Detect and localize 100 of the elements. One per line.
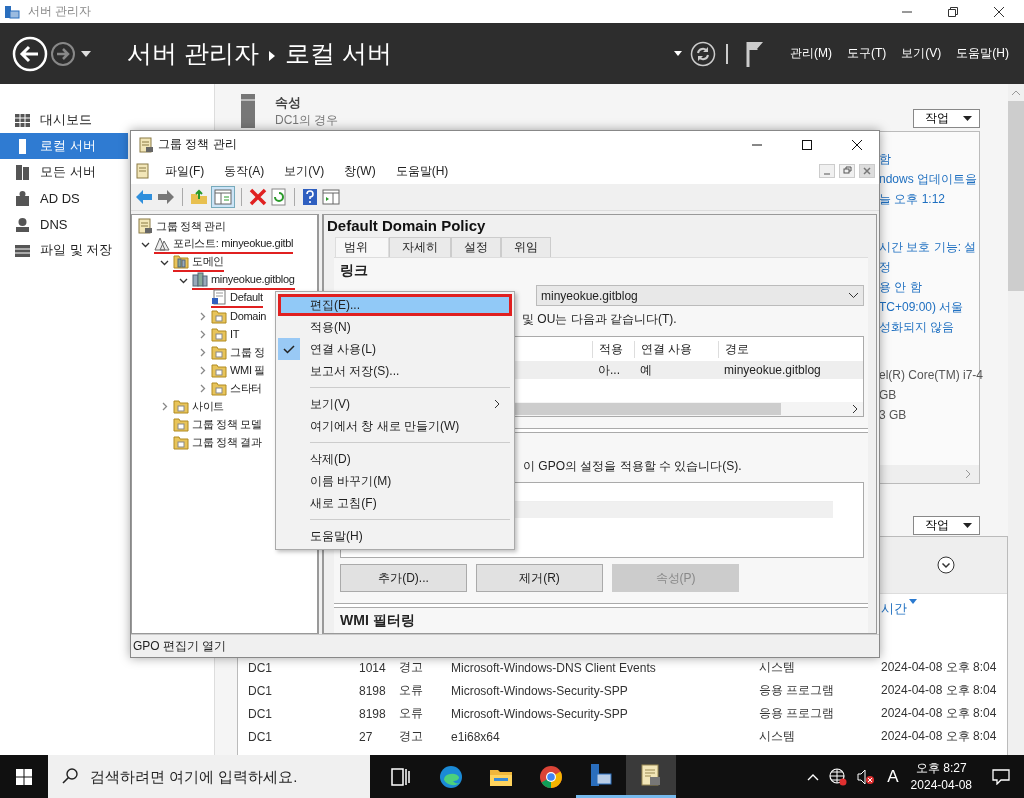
table-cell-text: minyeokue.gitblog xyxy=(723,363,822,377)
nav-item[interactable]: 파일 및 저장 xyxy=(0,237,128,263)
tree-item[interactable]: 포리스트: minyeokue.gitbl xyxy=(154,234,294,254)
menu-item[interactable]: 도움말(H) xyxy=(278,525,512,547)
expand-icon[interactable] xyxy=(937,556,955,574)
caret-icon xyxy=(963,116,972,121)
up-folder-icon[interactable] xyxy=(190,189,208,205)
back-icon[interactable] xyxy=(12,35,48,72)
menu-item[interactable]: 보기(V) xyxy=(278,393,512,415)
location-dropdown[interactable]: minyeokue.gitblog xyxy=(536,285,864,306)
menu-item[interactable]: 동작(A) xyxy=(224,162,265,180)
column-header[interactable]: 경로 xyxy=(718,340,863,358)
property-link[interactable]: 시간 보호 기능: 설 xyxy=(879,237,979,257)
nav-item[interactable]: DNS xyxy=(0,211,128,237)
maximize-icon[interactable] xyxy=(801,138,813,151)
property-link[interactable]: 용 안 함 xyxy=(879,277,979,297)
input-indicator[interactable]: A xyxy=(887,766,899,787)
action-button[interactable]: 제거(R) xyxy=(476,564,603,592)
flag-icon[interactable] xyxy=(746,40,764,67)
menu-item[interactable]: 도구(T) xyxy=(847,45,887,62)
tree-item[interactable]: Domain xyxy=(211,307,267,325)
restore-icon[interactable] xyxy=(947,5,959,18)
scroll-right-icon[interactable] xyxy=(852,404,858,414)
menu-item[interactable]: 새로 고침(F) xyxy=(278,492,512,514)
close-icon[interactable] xyxy=(851,138,863,151)
column-header[interactable]: 시간 xyxy=(881,600,907,618)
globe-icon[interactable] xyxy=(829,767,848,786)
tab[interactable]: 자세히 xyxy=(389,237,451,257)
start-icon[interactable] xyxy=(16,768,32,785)
caret-icon[interactable] xyxy=(674,51,682,56)
search-field[interactable]: 검색하려면 여기에 입력하세요. xyxy=(48,755,370,798)
table-cell-text: 오류 xyxy=(399,705,424,722)
tree-item[interactable]: IT xyxy=(211,325,240,343)
tree-item[interactable]: 사이트 xyxy=(173,397,225,415)
clock[interactable]: 오후 8:27 2024-04-08 xyxy=(910,759,972,794)
tree-item[interactable]: Default xyxy=(211,288,263,308)
tree-item[interactable]: 그룹 정 xyxy=(211,343,265,361)
menu-item[interactable]: 관리(M) xyxy=(790,45,832,62)
property-link[interactable]: 늘 오후 1:12 xyxy=(879,189,979,209)
help-icon[interactable] xyxy=(302,188,318,206)
menu-item[interactable]: 보기(V) xyxy=(284,162,325,180)
nav-item[interactable]: 로컬 서버 xyxy=(0,133,128,159)
status-text: GPO 편집기 열기 xyxy=(133,637,227,655)
tree-item[interactable]: 그룹 정책 모델 xyxy=(173,415,262,433)
tab[interactable]: 설정 xyxy=(451,237,501,257)
menu-item[interactable]: 도움말(H) xyxy=(956,45,1009,62)
tree-item[interactable]: 스타터 xyxy=(211,379,263,397)
column-header[interactable]: 적용 xyxy=(592,340,634,358)
close-icon[interactable] xyxy=(993,5,1005,18)
tree-item[interactable]: 그룹 정책 관리 xyxy=(137,217,226,235)
delete-icon[interactable] xyxy=(249,188,267,206)
task-button[interactable]: 작업 xyxy=(913,109,980,128)
menu-item[interactable]: 창(W) xyxy=(344,162,376,180)
chevron-up-icon[interactable] xyxy=(807,772,820,781)
refresh-icon[interactable] xyxy=(690,40,716,67)
nav-item[interactable]: 모든 서버 xyxy=(0,159,128,185)
tab[interactable]: 범위 xyxy=(335,237,389,257)
caret-icon[interactable] xyxy=(81,50,91,57)
table-cell-text: 2024-04-08 오후 8:04 xyxy=(881,705,998,722)
table-cell-text: 2024-04-08 오후 8:04 xyxy=(881,682,998,699)
storage-icon xyxy=(15,242,30,258)
table-cell-text: 예 xyxy=(639,361,653,379)
nav-item[interactable]: 대시보드 xyxy=(0,107,128,133)
scrollbar[interactable] xyxy=(1008,84,1024,755)
breadcrumb-root[interactable]: 서버 관리자 xyxy=(127,37,259,70)
menu-item[interactable]: 파일(F) xyxy=(165,162,205,180)
menu-item[interactable]: 연결 사용(L) xyxy=(278,338,512,360)
sort-icon xyxy=(909,599,917,604)
volume-muted-icon[interactable] xyxy=(857,768,876,785)
tree-item[interactable]: 그룹 정책 결과 xyxy=(173,433,262,451)
menu-item[interactable]: 여기에서 창 새로 만들기(W) xyxy=(278,415,512,437)
property-link[interactable]: ndows 업데이트을 xyxy=(879,169,979,189)
taskbar-button[interactable] xyxy=(626,755,676,798)
column-header[interactable]: 연결 사용 xyxy=(634,340,718,358)
tab[interactable]: 위임 xyxy=(501,237,551,257)
menu-item[interactable]: 적용(N) xyxy=(278,316,512,338)
tree-item[interactable]: 도메인 xyxy=(173,252,225,272)
action-button[interactable]: 추가(D)... xyxy=(340,564,467,592)
menu-item[interactable]: 보고서 저장(S)... xyxy=(278,360,512,382)
property-link[interactable]: 함 xyxy=(879,149,979,169)
nav-item[interactable]: AD DS xyxy=(0,185,128,211)
property-link[interactable]: 정 xyxy=(879,257,979,277)
tree-pane-icon[interactable] xyxy=(212,187,234,207)
tree-item[interactable]: minyeokue.gitblog xyxy=(192,270,295,290)
property-link[interactable]: TC+09:00) 서울 xyxy=(879,297,979,317)
menu-item[interactable]: 보기(V) xyxy=(901,45,942,62)
table-cell-text: 아... xyxy=(597,361,621,379)
table-cell-text: 응용 프로그램 xyxy=(759,682,836,699)
menu-item[interactable]: 편집(E)... xyxy=(278,294,512,316)
menu-item[interactable]: 도움말(H) xyxy=(395,162,449,180)
menu-item[interactable]: 삭제(D) xyxy=(278,448,512,470)
panel-icon[interactable] xyxy=(322,189,340,205)
forward-icon[interactable] xyxy=(157,189,175,205)
menu-item[interactable]: 이름 바꾸기(M) xyxy=(278,470,512,492)
notification-icon[interactable] xyxy=(992,768,1010,785)
table-cell-text: 2024-04-08 오후 8:04 xyxy=(881,659,998,676)
forward-icon[interactable] xyxy=(50,40,76,67)
property-link[interactable]: 성화되지 않음 xyxy=(879,317,979,337)
task-button[interactable]: 작업 xyxy=(913,516,980,535)
tree-item[interactable]: WMI 필 xyxy=(211,361,266,379)
